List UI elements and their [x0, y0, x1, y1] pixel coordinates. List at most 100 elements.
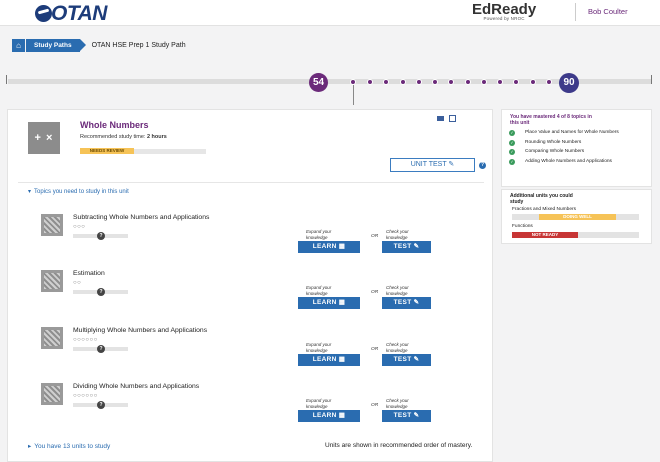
doing-well-badge: DOING WELL [539, 214, 616, 220]
learn-label: LEARN [312, 412, 337, 419]
topic-row: Subtracting Whole Numbers and Applicatio… [8, 214, 494, 270]
test-button[interactable]: TEST ✎ [382, 410, 431, 422]
topic-image [41, 327, 63, 349]
path-unit-dot[interactable] [416, 79, 422, 85]
topic-name: Subtracting Whole Numbers and Applicatio… [73, 214, 210, 221]
units-to-study-toggle[interactable]: You have 13 units to study [28, 442, 110, 450]
topics-toggle[interactable]: Topics you need to study in this unit [28, 188, 129, 195]
mastered-topic-label: Place Value and Names for Whole Numbers [525, 130, 619, 135]
path-unit-dot[interactable] [465, 79, 471, 85]
breadcrumb-current: OTAN HSE Prep 1 Study Path [91, 42, 186, 49]
topic-name: Dividing Whole Numbers and Applications [73, 383, 200, 390]
path-unit-dot[interactable] [481, 79, 487, 85]
unit-title: Whole Numbers [80, 120, 149, 130]
path-unit-dot[interactable] [497, 79, 503, 85]
path-unit-dot[interactable] [400, 79, 406, 85]
study-time-label: Recommended study time: [80, 134, 146, 140]
mastered-topic: ✓ Place Value and Names for Whole Numbers [508, 130, 648, 136]
additional-units-panel: Additional units you could study Fractio… [501, 189, 652, 244]
path-unit-dot[interactable] [367, 79, 373, 85]
topic-image [41, 383, 63, 405]
logo-text: OTAN [51, 2, 107, 25]
print-icon[interactable] [449, 115, 456, 122]
unit-image: + × [28, 122, 60, 154]
path-unit-dot[interactable] [448, 79, 454, 85]
test-button[interactable]: TEST ✎ [382, 297, 431, 309]
test-button[interactable]: TEST ✎ [382, 354, 431, 366]
mastered-topic: ✓ Adding Whole Numbers and Applications [508, 158, 648, 165]
globe-icon [35, 5, 52, 22]
check-icon: ✓ [509, 130, 515, 136]
user-name[interactable]: Bob Coulter [588, 7, 628, 16]
mastery-panel: You have mastered 4 of 8 topics in this … [501, 109, 652, 187]
path-unit-dot[interactable] [383, 79, 389, 85]
help-icon[interactable]: ? [479, 162, 486, 169]
topic-help-icon[interactable]: ? [97, 288, 105, 296]
additional-unit-name[interactable]: Fractions and Mixed Numbers [512, 207, 576, 212]
study-path-track [8, 79, 652, 84]
check-icon: ✓ [509, 158, 515, 165]
mastered-topic-label: Rounding Whole Numbers [525, 139, 582, 145]
learn-button[interactable]: LEARN ▦ [298, 297, 360, 309]
unit-test-button[interactable]: UNIT TEST ✎ [390, 158, 475, 172]
breadcrumb-study-paths[interactable]: Study Paths [26, 39, 86, 52]
otan-logo[interactable]: OTAN [35, 2, 107, 26]
additional-units-header: Additional units you could study [510, 193, 573, 205]
unit-card: + × Whole Numbers Recommended study time… [7, 109, 493, 462]
expand-label: Expand your knowledge [306, 285, 332, 296]
not-ready-badge: NOT READY [512, 232, 578, 238]
topic-help-icon[interactable]: ? [97, 232, 105, 240]
check-label: Check your knowledge [386, 229, 409, 240]
topic-name: Estimation [73, 270, 105, 277]
expand-label: Expand your knowledge [306, 398, 332, 409]
study-time-value: 2 hours [146, 134, 167, 140]
or-label: OR [371, 234, 379, 239]
learn-button[interactable]: LEARN ▦ [298, 410, 360, 422]
topic-row: Dividing Whole Numbers and Applications … [8, 383, 494, 439]
test-label: TEST [393, 243, 412, 250]
check-icon: ✓ [509, 149, 515, 156]
topic-progress-circles: ○○○○○○ [73, 393, 98, 399]
path-start-tick [6, 75, 7, 84]
unit-test-label: UNIT TEST [410, 161, 447, 168]
mastered-topic-label: Comparing Whole Numbers [525, 149, 585, 155]
study-time: Recommended study time: 2 hours [80, 134, 167, 140]
topic-help-icon[interactable]: ? [97, 401, 105, 409]
mastery-header: You have mastered 4 of 8 topics in this … [510, 114, 592, 126]
topic-progress-circles: ○○ [73, 280, 82, 286]
test-label: TEST [393, 412, 412, 419]
test-button[interactable]: TEST ✎ [382, 241, 431, 253]
topic-row: Multiplying Whole Numbers and Applicatio… [8, 327, 494, 383]
status-badge: NEEDS REVIEW [80, 148, 134, 154]
learn-label: LEARN [312, 356, 337, 363]
mastered-topic: ✓ Comparing Whole Numbers [508, 149, 648, 156]
edready-brand: EdReady Powered by NROC [472, 1, 536, 21]
home-icon[interactable]: ⌂ [12, 39, 25, 52]
test-label: TEST [393, 356, 412, 363]
email-icon[interactable] [437, 116, 444, 121]
target-score: 90 [559, 73, 579, 93]
path-end-tick [651, 75, 652, 84]
check-icon: ✓ [509, 139, 515, 146]
header-divider [575, 3, 576, 21]
learn-button[interactable]: LEARN ▦ [298, 241, 360, 253]
learn-button[interactable]: LEARN ▦ [298, 354, 360, 366]
topic-help-icon[interactable]: ? [97, 345, 105, 353]
learn-label: LEARN [312, 243, 337, 250]
path-unit-dot[interactable] [530, 79, 536, 85]
mastered-list: ✓ Place Value and Names for Whole Numbers… [508, 130, 648, 168]
additional-unit-name[interactable]: Functions [512, 224, 533, 229]
expand-label: Expand your knowledge [306, 342, 332, 353]
topic-image [41, 214, 63, 236]
test-label: TEST [393, 299, 412, 306]
learn-label: LEARN [312, 299, 337, 306]
or-label: OR [371, 290, 379, 295]
breadcrumb: ⌂ Study Paths OTAN HSE Prep 1 Study Path [12, 39, 186, 52]
check-label: Check your knowledge [386, 398, 409, 409]
order-note: Units are shown in recommended order of … [325, 442, 473, 449]
start-score: 54 [309, 73, 328, 92]
path-unit-dot[interactable] [432, 79, 438, 85]
path-unit-dot[interactable] [546, 79, 552, 85]
topic-progress-circles: ○○○○○○ [73, 337, 98, 343]
path-unit-dot[interactable] [513, 79, 519, 85]
